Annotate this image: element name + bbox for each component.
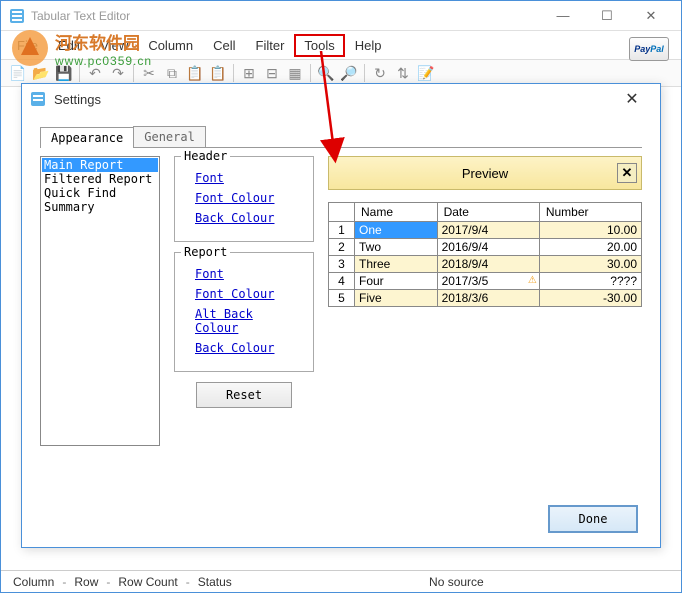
sep [233,64,234,82]
sort-icon[interactable]: ⇅ [392,62,414,84]
preview-label: Preview [462,166,508,181]
maximize-button[interactable]: ☐ [585,2,629,30]
report-group-title: Report [181,245,230,259]
sep [79,64,80,82]
tab-general[interactable]: General [133,126,206,147]
header-font-link[interactable]: Font [195,171,303,185]
header-groupbox: Header Font Font Colour Back Colour [174,156,314,242]
sep [133,64,134,82]
refresh-icon[interactable]: ↻ [369,62,391,84]
preview-header: Preview ✕ [328,156,642,190]
table-row[interactable]: 4 Four 2017/3/5⚠ ???? [329,273,642,290]
redo-icon[interactable]: ↷ [107,62,129,84]
tabs: Appearance General [40,126,642,148]
menu-file[interactable]: File [7,34,48,57]
main-window: Tabular Text Editor — ☐ ✕ File Edit View… [0,0,682,593]
report-font-link[interactable]: Font [195,267,303,281]
zoomin-icon[interactable]: 🔎 [338,62,360,84]
warning-icon: ⚠ [528,275,537,286]
menubar: File Edit View Column Cell Filter Tools … [1,31,681,59]
preview-table: Name Date Number 1 One 2017/9/4 10.00 2 [328,202,642,307]
col-date[interactable]: Date [437,203,539,222]
copy-icon[interactable]: ⧉ [161,62,183,84]
sep [364,64,365,82]
menu-cell[interactable]: Cell [203,34,245,57]
open-icon[interactable]: 📂 [30,62,52,84]
save-icon[interactable]: 💾 [53,62,75,84]
menu-filter[interactable]: Filter [246,34,295,57]
dialog-close-button[interactable]: ✕ [612,89,652,109]
zoomout-icon[interactable]: 🔍 [315,62,337,84]
settings-icon [30,91,46,107]
new-icon[interactable]: 📄 [7,62,29,84]
col-name[interactable]: Name [355,203,438,222]
preview-close-button[interactable]: ✕ [617,163,637,183]
rowdel-icon[interactable]: ⊟ [261,62,283,84]
script-icon[interactable]: 📝 [415,62,437,84]
menu-edit[interactable]: Edit [48,34,90,57]
paypal-button[interactable]: PayPal [629,37,669,61]
sep [310,64,311,82]
report-backcolour-link[interactable]: Back Colour [195,341,303,355]
header-group-title: Header [181,149,230,163]
report-listbox[interactable]: Main Report Filtered Report Quick Find S… [40,156,160,446]
colins-icon[interactable]: ▦ [284,62,306,84]
table-row[interactable]: 3 Three 2018/9/4 30.00 [329,256,642,273]
status-row-label: Row [68,575,104,589]
list-item[interactable]: Filtered Report [42,172,158,186]
paste2-icon[interactable]: 📋 [207,62,229,84]
preview-area: Preview ✕ Name Date Number 1 One [328,156,642,446]
list-item[interactable]: Main Report [42,158,158,172]
cut-icon[interactable]: ✂ [138,62,160,84]
reset-button[interactable]: Reset [196,382,292,408]
close-button[interactable]: ✕ [629,2,673,30]
report-groupbox: Report Font Font Colour Alt Back Colour … [174,252,314,372]
header-fontcolour-link[interactable]: Font Colour [195,191,303,205]
list-item[interactable]: Summary [42,200,158,214]
col-number[interactable]: Number [539,203,641,222]
menu-view[interactable]: View [90,34,138,57]
done-button[interactable]: Done [548,505,638,533]
paste-icon[interactable]: 📋 [184,62,206,84]
rowins-icon[interactable]: ⊞ [238,62,260,84]
window-title: Tabular Text Editor [31,9,541,23]
statusbar: Column - Row - Row Count - Status No sou… [1,570,681,592]
table-row[interactable]: 1 One 2017/9/4 10.00 [329,222,642,239]
menu-help[interactable]: Help [345,34,392,57]
tab-appearance[interactable]: Appearance [40,127,134,148]
titlebar: Tabular Text Editor — ☐ ✕ [1,1,681,31]
report-altbackcolour-link[interactable]: Alt Back Colour [195,307,303,335]
table-row[interactable]: 2 Two 2016/9/4 20.00 [329,239,642,256]
app-icon [9,8,25,24]
status-status-label: Status [192,575,238,589]
undo-icon[interactable]: ↶ [84,62,106,84]
status-source: No source [238,575,675,589]
dialog-titlebar: Settings ✕ [22,84,660,114]
status-rowcount-label: Row Count [112,575,183,589]
status-column-label: Column [7,575,60,589]
list-item[interactable]: Quick Find [42,186,158,200]
settings-dialog: Settings ✕ Appearance General Main Repor… [21,83,661,548]
header-backcolour-link[interactable]: Back Colour [195,211,303,225]
dialog-title: Settings [54,92,612,107]
report-fontcolour-link[interactable]: Font Colour [195,287,303,301]
table-row[interactable]: 5 Five 2018/3/6 -30.00 [329,290,642,307]
menu-tools[interactable]: Tools [294,34,344,57]
col-rownum[interactable] [329,203,355,222]
menu-column[interactable]: Column [138,34,203,57]
minimize-button[interactable]: — [541,2,585,30]
